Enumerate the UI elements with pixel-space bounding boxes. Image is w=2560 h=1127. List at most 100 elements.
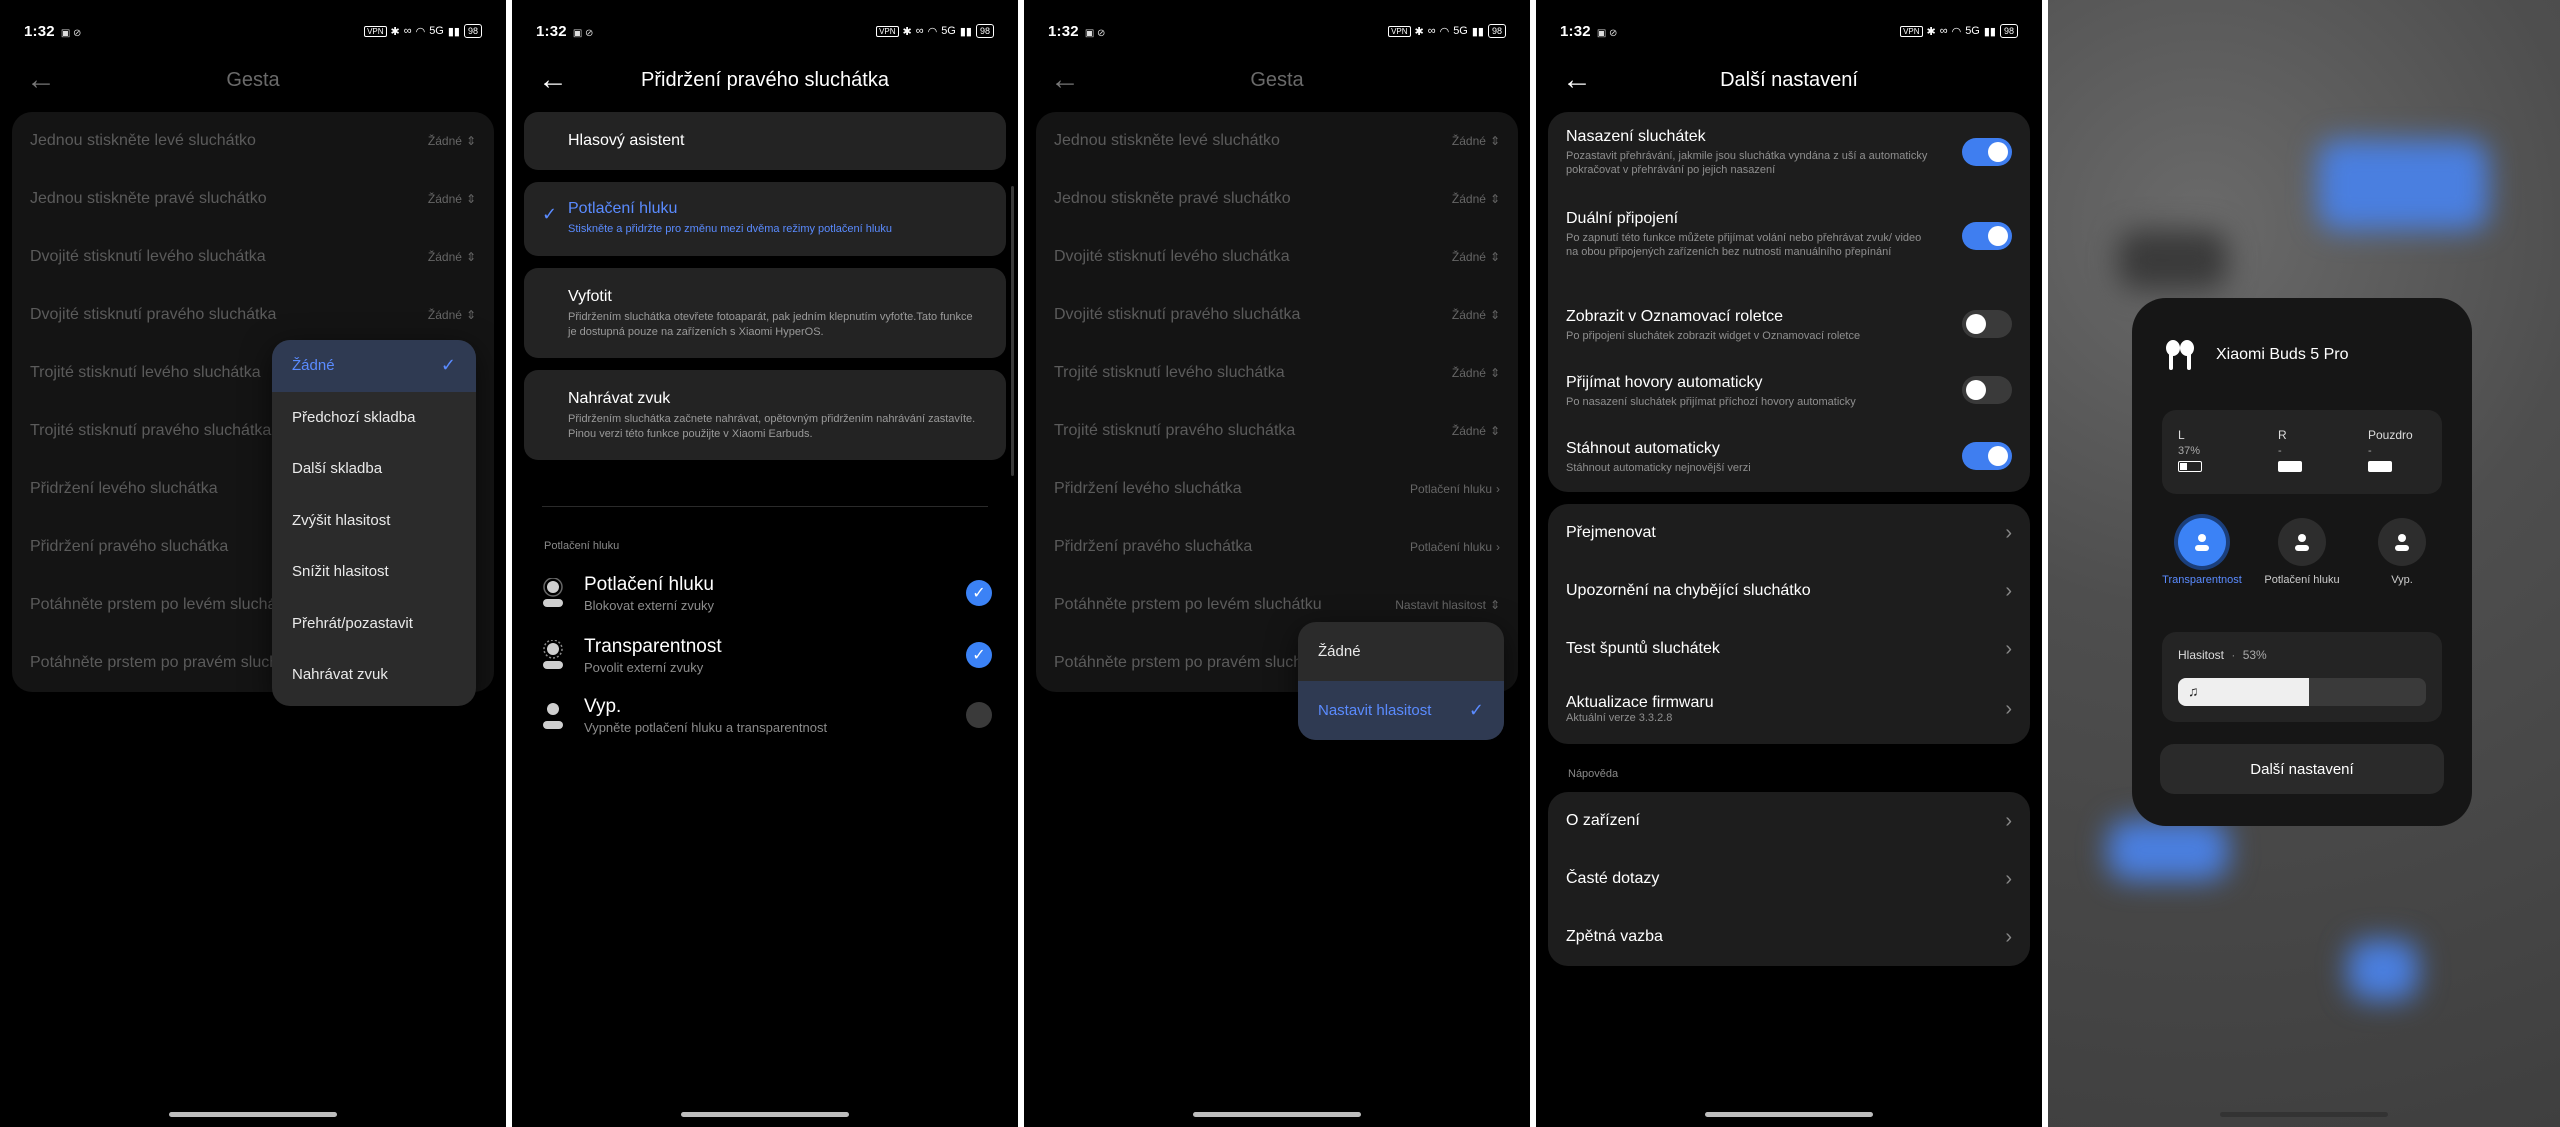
dropdown-option[interactable]: Přehrát/pozastavit: [272, 598, 476, 650]
link-rename[interactable]: Přejmenovat ›: [1548, 504, 2030, 562]
section-header: Potlačení hluku: [544, 540, 620, 552]
anc-option-transparency[interactable]: Transparentnost Povolit externí zvuky ✓: [538, 630, 992, 680]
vpn-icon: VPN: [876, 25, 899, 37]
battery-right-icon: [2278, 461, 2302, 472]
mode-label: Transparentnost: [2162, 574, 2242, 586]
volume-label-row: Hlasitost · 53%: [2178, 648, 2267, 662]
gesture-row[interactable]: Dvojité stisknutí pravého sluchátka Žádné…: [12, 286, 494, 344]
link-firmware[interactable]: Aktualizace firmwaru Aktuální verze 3.3.2…: [1548, 678, 2030, 740]
vpn-icon: VPN: [364, 25, 387, 37]
gesture-row[interactable]: Jednou stiskněte levé sluchátko Žádné ⇕: [12, 112, 494, 170]
volume-separator: ·: [2231, 648, 2236, 662]
dropdown-option[interactable]: Předchozí skladba: [272, 392, 476, 444]
gesture-nav-bar[interactable]: [1193, 1112, 1361, 1117]
gesture-nav-bar[interactable]: [2220, 1112, 2388, 1117]
anc-title: Vyp.: [584, 695, 622, 717]
check-icon: ✓: [542, 204, 558, 224]
earbuds-icon: [2160, 338, 2200, 377]
back-arrow-icon[interactable]: ←: [1050, 65, 1080, 95]
page-title: Další nastavení: [1720, 68, 1858, 91]
wear-detection-toggle[interactable]: [1962, 138, 2012, 166]
scrollbar[interactable]: [1011, 186, 1014, 476]
link-icon: ∞: [915, 25, 924, 37]
back-arrow-icon[interactable]: ←: [1562, 65, 1592, 95]
gesture-row[interactable]: Dvojité stisknutí levého sluchátka Žádné ⇕: [12, 228, 494, 286]
mode-transparency[interactable]: Transparentnost: [2162, 518, 2242, 586]
link-faq[interactable]: Časté dotazy ›: [1548, 850, 2030, 908]
dropdown-option[interactable]: Snížit hlasitost: [272, 546, 476, 598]
gesture-nav-bar[interactable]: [169, 1112, 337, 1117]
link-label: Zpětná vazba: [1566, 928, 1663, 945]
device-name: Xiaomi Buds 5 Pro: [2216, 346, 2349, 363]
gesture-label: Jednou stiskněte pravé sluchátko: [1054, 190, 1291, 207]
checkbox-unchecked-icon[interactable]: [966, 702, 992, 728]
gesture-row[interactable]: Přidržení levého sluchátka Potlačení hluk…: [1036, 460, 1518, 518]
gesture-value: Žádné: [427, 308, 462, 322]
gesture-row[interactable]: Trojité stisknutí levého sluchátka Žádné ⇕: [1036, 344, 1518, 402]
link-label: O zařízení: [1566, 812, 1640, 829]
gesture-row[interactable]: Jednou stiskněte levé sluchátko Žádné ⇕: [1036, 112, 1518, 170]
dropdown-option[interactable]: Žádné ✓: [272, 340, 476, 392]
gesture-label: Přidržení levého sluchátka: [1054, 480, 1242, 497]
battery-right: R -: [2278, 428, 2302, 472]
screen-more-settings: 1:32 ▣ ⊘ VPN ✱ ∞ ◠ 5G ▮▮ 98 ← Další nastavení N…: [1536, 0, 2042, 1127]
volume-dropdown: Žádné Nastavit hlasitost ✓: [1298, 622, 1504, 740]
anc-option-off[interactable]: Vyp. Vypněte potlačení hluku a transparen…: [538, 690, 992, 740]
gesture-row[interactable]: Dvojité stisknutí pravého sluchátka Žádné…: [1036, 286, 1518, 344]
anc-option-noise-cancel[interactable]: Potlačení hluku Blokovat externí zvuky ✓: [538, 568, 992, 618]
auto-download-toggle[interactable]: [1962, 442, 2012, 470]
link-about-device[interactable]: O zařízení ›: [1548, 792, 2030, 850]
mode-off[interactable]: Vyp.: [2370, 518, 2434, 586]
help-card: O zařízení › Časté dotazy › Zpětná vazba ›: [1548, 792, 2030, 966]
chevron-right-icon: ›: [1496, 482, 1500, 496]
dropdown-option[interactable]: Žádné: [1298, 622, 1504, 681]
screen-gestures-1: 1:32 ▣ ⊘ VPN ✱ ∞ ◠ 5G ▮▮ 98 ← Gesta Jednou stis…: [0, 0, 506, 1127]
more-settings-button[interactable]: Další nastavení: [2160, 744, 2444, 794]
notification-icons: ▣ ⊘: [60, 27, 82, 39]
gesture-row[interactable]: Přidržení pravého sluchátka Potlačení hlu…: [1036, 518, 1518, 576]
gesture-row[interactable]: Jednou stiskněte pravé sluchátko Žádné ⇕: [12, 170, 494, 228]
anc-desc: Povolit externí zvuky: [584, 659, 704, 675]
link-feedback[interactable]: Zpětná vazba ›: [1548, 908, 2030, 966]
gesture-nav-bar[interactable]: [1705, 1112, 1873, 1117]
link-label: Aktualizace firmwaru: [1566, 694, 1714, 711]
blurred-tile: [2118, 230, 2228, 290]
link-eartip-test[interactable]: Test špuntů sluchátek ›: [1548, 620, 2030, 678]
link-icon: ∞: [1427, 25, 1436, 37]
setting-desc: Stáhnout automaticky nejnovější verzi: [1566, 462, 1751, 474]
check-icon: ✓: [440, 355, 456, 376]
blurred-tile: [2318, 140, 2488, 230]
checkbox-checked-icon[interactable]: ✓: [966, 580, 992, 606]
link-missing-earbud[interactable]: Upozornění na chybějící sluchátko ›: [1548, 562, 2030, 620]
dual-connection-toggle[interactable]: [1962, 222, 2012, 250]
chevron-right-icon: ›: [2005, 867, 2012, 890]
dropdown-option[interactable]: Další skladba: [272, 443, 476, 495]
screen-hold-right: 1:32 ▣ ⊘ VPN ✱ ∞ ◠ 5G ▮▮ 98 ← Přidržení pravého…: [512, 0, 1018, 1127]
dropdown-option[interactable]: Zvýšit hlasitost: [272, 495, 476, 547]
back-arrow-icon[interactable]: ←: [538, 65, 568, 95]
gesture-label: Trojité stisknutí levého sluchátka: [1054, 364, 1285, 381]
option-voice-assistant[interactable]: Hlasový asistent: [524, 112, 1006, 170]
battery-card: L 37% R - Pouzdro -: [2162, 410, 2442, 494]
status-bar: 1:32 ▣ ⊘ VPN ✱ ∞ ◠ 5G ▮▮ 98: [1048, 20, 1506, 42]
bluetooth-icon: ✱: [1414, 25, 1424, 38]
checkbox-checked-icon[interactable]: ✓: [966, 642, 992, 668]
setting-dual-connection: Duální připojení Po zapnutí této funkce …: [1548, 210, 2030, 259]
option-take-photo[interactable]: Vyfotit Přidržením sluchátka otevřete fo…: [524, 268, 1006, 358]
battery-right-label: R: [2278, 428, 2287, 442]
dropdown-option[interactable]: Nastavit hlasitost ✓: [1298, 681, 1504, 740]
option-record-audio[interactable]: Nahrávat zvuk Přidržením sluchátka začne…: [524, 370, 1006, 460]
auto-answer-toggle[interactable]: [1962, 376, 2012, 404]
gesture-nav-bar[interactable]: [681, 1112, 849, 1117]
dropdown-option[interactable]: Nahrávat zvuk: [272, 649, 476, 701]
anc-title: Transparentnost: [584, 635, 722, 657]
gesture-row[interactable]: Dvojité stisknutí levého sluchátka Žádné ⇕: [1036, 228, 1518, 286]
mode-noise-cancel[interactable]: Potlačení hluku: [2264, 518, 2340, 586]
gesture-row[interactable]: Jednou stiskněte pravé sluchátko Žádné ⇕: [1036, 170, 1518, 228]
gesture-row[interactable]: Trojité stisknutí pravého sluchátka Žádné…: [1036, 402, 1518, 460]
volume-slider[interactable]: ♫: [2178, 678, 2426, 706]
back-arrow-icon[interactable]: ←: [26, 65, 56, 95]
show-in-shade-toggle[interactable]: [1962, 310, 2012, 338]
dropdown-option-label: Nastavit hlasitost: [1318, 702, 1432, 719]
option-noise-control[interactable]: ✓ Potlačení hluku Stiskněte a přidržte p…: [524, 182, 1006, 256]
